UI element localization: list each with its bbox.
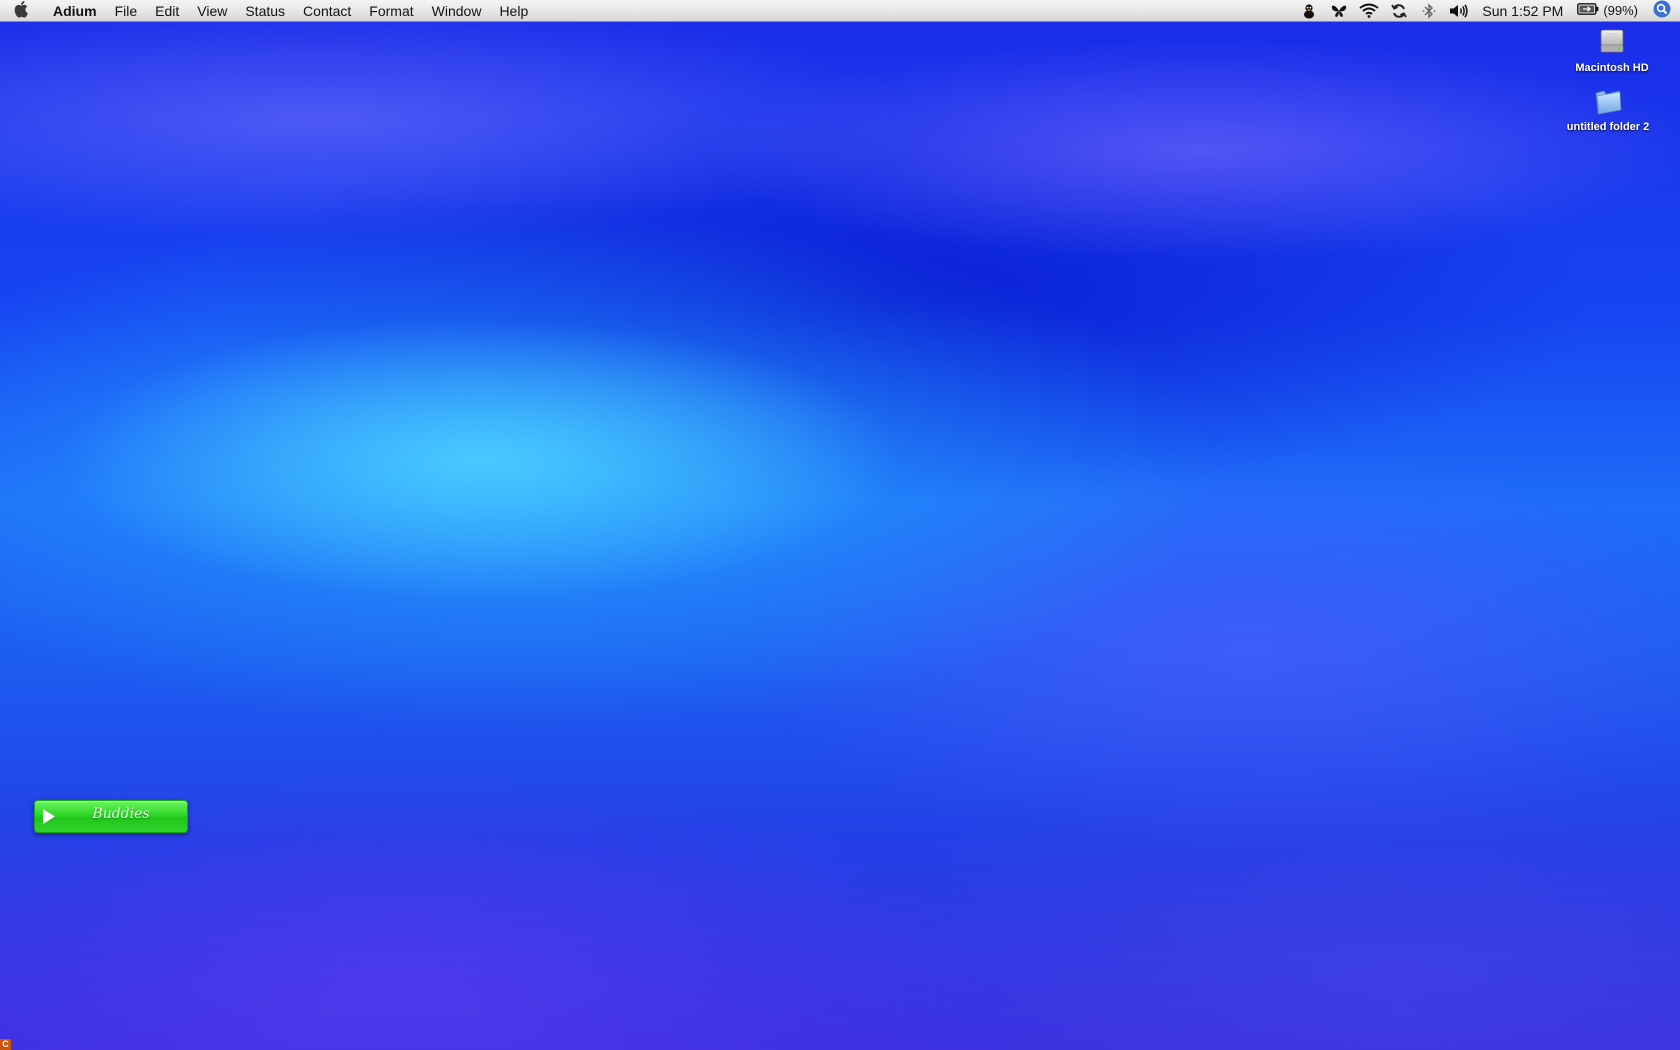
desktop-icon-untitled-folder-2[interactable]: untitled folder 2: [1553, 86, 1663, 133]
apple-logo-icon: [14, 0, 30, 21]
menu-help[interactable]: Help: [490, 0, 537, 22]
menu-contact[interactable]: Contact: [294, 0, 360, 22]
menu-bar-left: Adium File Edit View Status Contact Form…: [0, 0, 537, 21]
spotlight-search-icon: [1653, 0, 1671, 21]
bluetooth-icon[interactable]: [1414, 0, 1444, 22]
sync-icon[interactable]: [1384, 0, 1414, 22]
menu-app-adium[interactable]: Adium: [44, 0, 106, 22]
menu-bar: Adium File Edit View Status Contact Form…: [0, 0, 1680, 22]
adium-duck-icon[interactable]: [1294, 0, 1324, 22]
desktop-icon-label: Macintosh HD: [1575, 62, 1649, 74]
wifi-icon[interactable]: [1354, 0, 1384, 22]
battery-status[interactable]: (99%): [1571, 3, 1644, 18]
desktop-icon-label: untitled folder 2: [1566, 121, 1650, 133]
menu-view[interactable]: View: [188, 0, 236, 22]
menu-bar-extras: Sun 1:52 PM (99%): [1294, 0, 1680, 21]
hard-drive-icon: [1597, 27, 1627, 60]
adium-buddy-list-collapsed[interactable]: Buddies: [34, 800, 188, 833]
menu-file[interactable]: File: [106, 0, 147, 22]
apple-menu[interactable]: [0, 0, 44, 22]
volume-icon[interactable]: [1444, 0, 1474, 22]
menu-status[interactable]: Status: [236, 0, 294, 22]
desktop-icon-macintosh-hd[interactable]: Macintosh HD: [1557, 27, 1667, 74]
menu-clock[interactable]: Sun 1:52 PM: [1474, 0, 1571, 22]
growl-butterfly-icon[interactable]: [1324, 0, 1354, 22]
corner-app-icon[interactable]: C: [0, 1039, 11, 1050]
buddy-list-title: Buddies: [92, 806, 150, 822]
menu-edit[interactable]: Edit: [146, 0, 188, 22]
battery-icon: [1577, 3, 1599, 18]
menu-window[interactable]: Window: [423, 0, 491, 22]
menu-format[interactable]: Format: [360, 0, 422, 22]
battery-percent: (99%): [1603, 3, 1638, 18]
desktop-background: [0, 0, 1680, 1050]
spotlight-button[interactable]: [1644, 0, 1680, 22]
folder-icon: [1592, 86, 1624, 119]
disclosure-triangle-icon[interactable]: [42, 808, 56, 830]
